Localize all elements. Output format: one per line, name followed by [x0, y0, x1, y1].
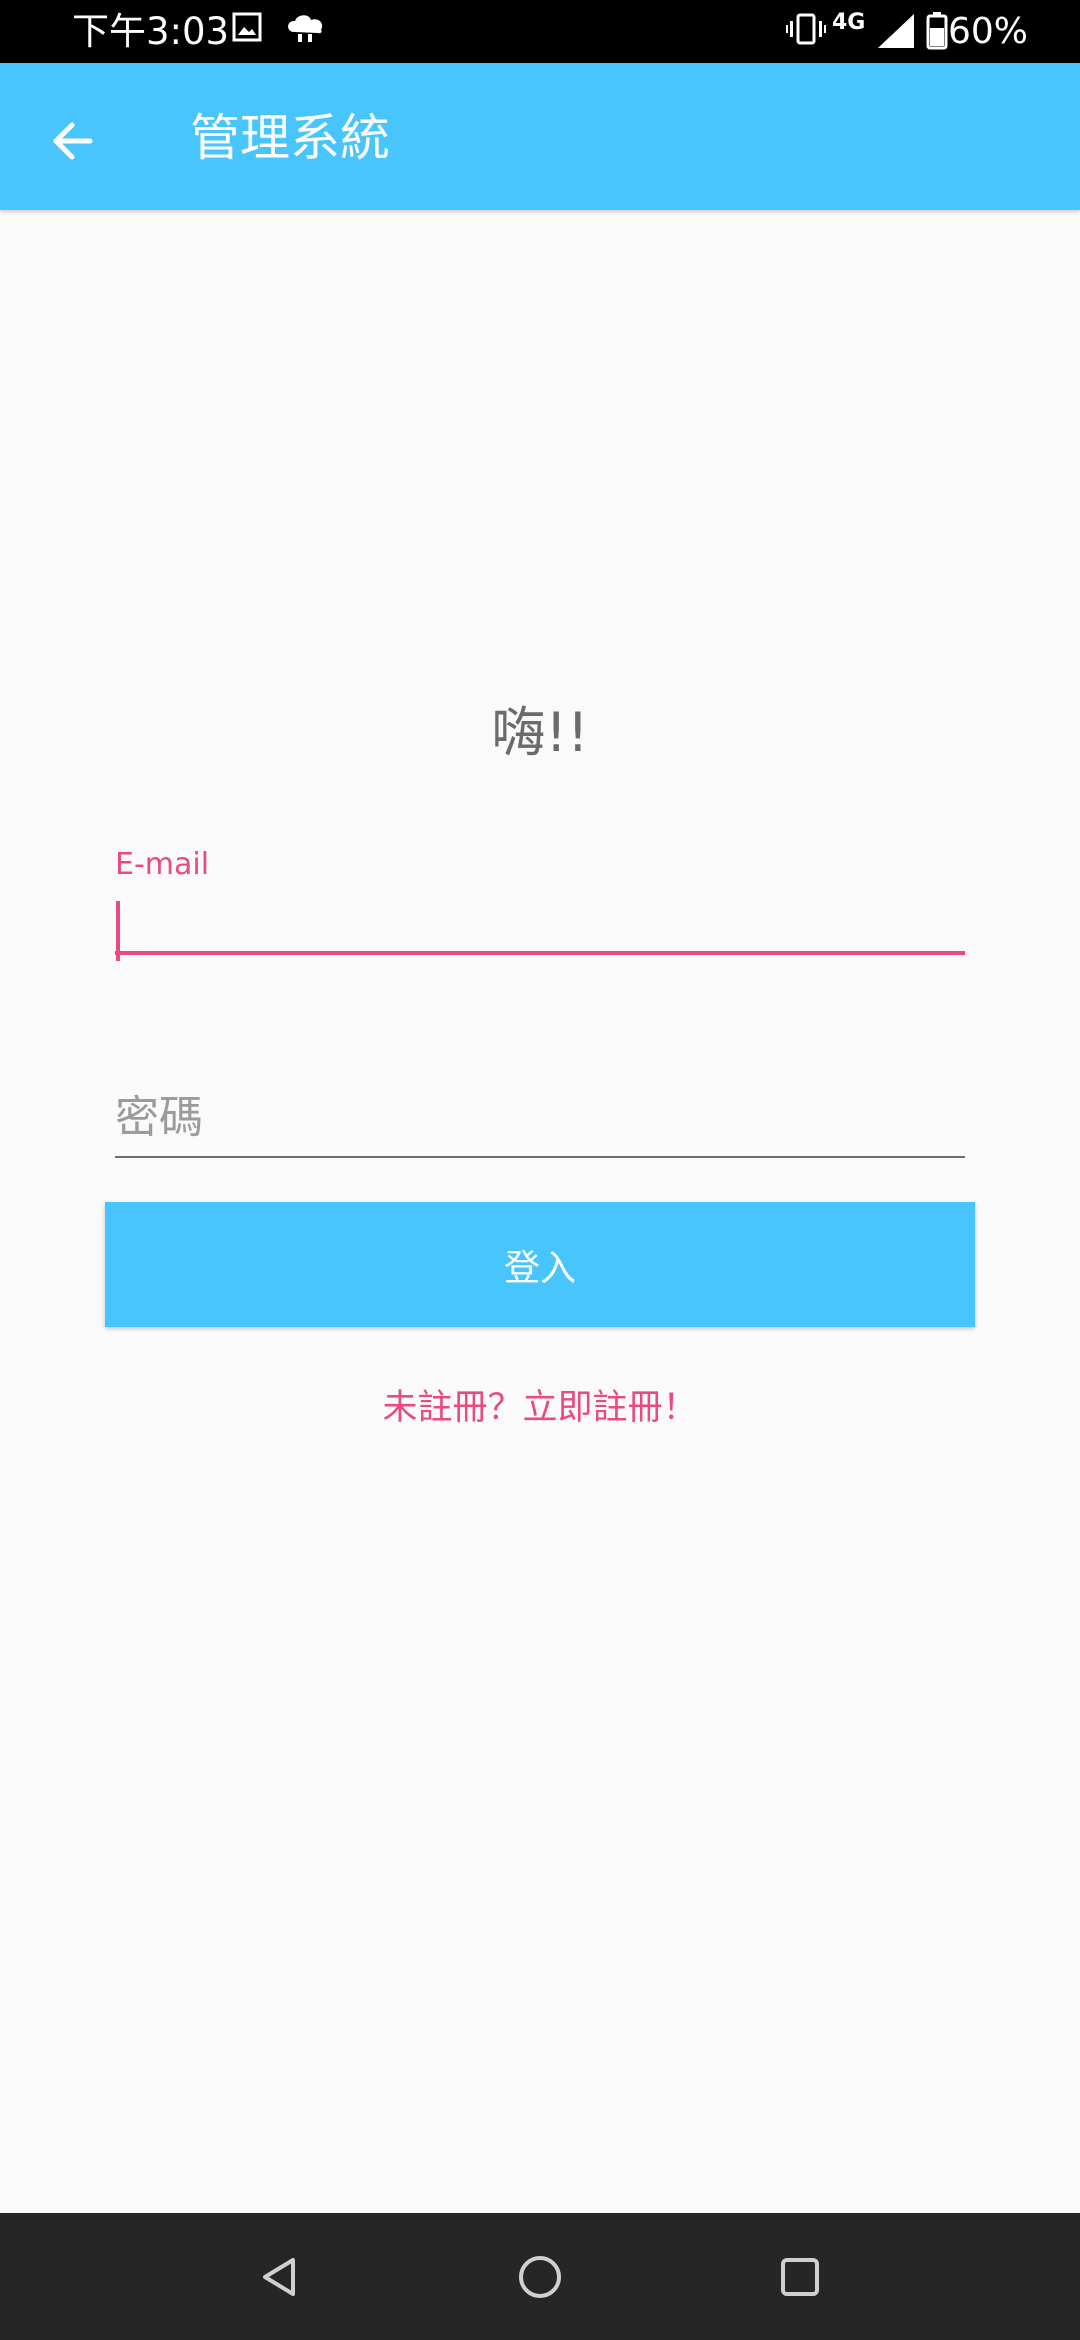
vibrate-icon [786, 12, 826, 50]
arrow-left-icon [53, 122, 93, 160]
battery-icon [926, 12, 948, 54]
status-time: 下午3:03 [72, 10, 230, 53]
nav-recents-button[interactable] [764, 2241, 836, 2313]
system-nav-bar [0, 2213, 1080, 2340]
signal-icon [876, 12, 916, 54]
login-screen: 下午3:03 4G 60% 管理系統 嗨!! E-mail 登入 未註冊？立即註… [0, 0, 1080, 2340]
battery-level: 60% [947, 11, 1028, 52]
page-title: 管理系統 [190, 109, 390, 167]
back-triangle-icon [263, 2258, 295, 2296]
greeting-text: 嗨!! [491, 701, 589, 764]
text-caret [116, 901, 120, 961]
nav-home-button[interactable] [504, 2241, 576, 2313]
network-type: 4G [832, 10, 866, 35]
email-input[interactable] [115, 885, 965, 955]
nav-back-button[interactable] [244, 2241, 316, 2313]
password-field [115, 1078, 965, 1160]
home-circle-icon [519, 2256, 561, 2298]
email-field: E-mail [115, 845, 965, 975]
login-button[interactable]: 登入 [105, 1202, 975, 1327]
password-input[interactable] [115, 1078, 965, 1158]
status-bar: 下午3:03 4G 60% [0, 0, 1080, 63]
register-link[interactable]: 未註冊？立即註冊！ [0, 1383, 1080, 1433]
back-button[interactable] [30, 99, 114, 183]
recents-square-icon [781, 2258, 819, 2296]
email-label: E-mail [115, 847, 210, 882]
image-icon [232, 12, 262, 46]
cloud-icon [284, 12, 328, 50]
app-bar: 管理系統 [0, 63, 1080, 210]
